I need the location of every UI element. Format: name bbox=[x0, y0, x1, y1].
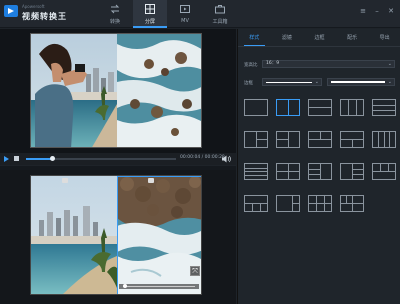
close-icon[interactable]: ✕ bbox=[386, 6, 396, 16]
tab-convert[interactable]: 转换 bbox=[98, 0, 132, 28]
cell-slider-knob[interactable] bbox=[123, 284, 127, 288]
player-controls: 00:00:04 / 00:00:28 bbox=[0, 153, 236, 165]
aspect-ratio-label: 宽高比 bbox=[244, 63, 258, 68]
layout-left-split-right[interactable] bbox=[244, 131, 268, 148]
seek-bar[interactable] bbox=[26, 156, 176, 161]
tab-filter[interactable]: 滤镜 bbox=[271, 29, 304, 46]
settings-sidebar: 样式 滤镜 边框 配乐 导出 宽高比 16：9 ⌄ 边框 ⌄ ⌄ bbox=[237, 29, 400, 304]
layout-bottom-three[interactable] bbox=[244, 195, 268, 212]
chevron-down-icon: ⌄ bbox=[387, 61, 392, 67]
layout-two-horizontal[interactable] bbox=[308, 99, 332, 116]
edit-frame bbox=[30, 175, 202, 295]
aspect-ratio-value: 16：9 bbox=[266, 61, 280, 66]
crop-icon[interactable]: ⤧ bbox=[190, 266, 200, 276]
selected-cell-border[interactable] bbox=[117, 176, 201, 294]
video-icon bbox=[148, 178, 154, 183]
tab-export[interactable]: 导出 bbox=[368, 29, 400, 46]
layout-single[interactable] bbox=[244, 99, 268, 116]
aspect-ratio-select[interactable]: 16：9 ⌄ bbox=[262, 60, 395, 68]
app-title: 视频转换王 bbox=[22, 12, 67, 21]
timecode: 00:00:04 / 00:00:28 bbox=[180, 155, 225, 160]
tab-mv[interactable]: MV bbox=[168, 0, 202, 28]
layout-left-three[interactable] bbox=[308, 163, 332, 180]
mv-icon bbox=[180, 5, 190, 13]
layout-three-vertical[interactable] bbox=[340, 99, 364, 116]
preview-image bbox=[31, 34, 201, 147]
app-subtitle: Apowersoft bbox=[22, 4, 45, 9]
preview-frame bbox=[30, 33, 202, 148]
tab-toolbox-label: 工具箱 bbox=[212, 19, 228, 25]
convert-icon bbox=[110, 4, 120, 14]
tab-music[interactable]: 配乐 bbox=[336, 29, 369, 46]
layout-top-split[interactable] bbox=[308, 131, 332, 148]
layout-left-wide[interactable] bbox=[276, 195, 300, 212]
layout-four-horizontal[interactable] bbox=[244, 163, 268, 180]
border-label: 边框 bbox=[244, 81, 253, 86]
tab-convert-label: 转换 bbox=[109, 19, 120, 25]
volume-icon[interactable] bbox=[222, 155, 231, 163]
layout-cross[interactable] bbox=[340, 195, 364, 212]
layout-three-horizontal[interactable] bbox=[372, 99, 396, 116]
border-color-select[interactable]: ⌄ bbox=[327, 78, 395, 86]
stop-icon[interactable] bbox=[14, 156, 19, 161]
tab-split-screen-label: 分屏 bbox=[144, 19, 155, 25]
seek-handle[interactable] bbox=[49, 156, 55, 161]
tab-mv-label: MV bbox=[181, 18, 189, 24]
sidebar-tabs: 样式 滤镜 边框 配乐 导出 bbox=[238, 29, 400, 47]
menu-icon[interactable]: ≡ bbox=[358, 6, 368, 16]
window-controls: ≡ – ✕ bbox=[354, 6, 396, 16]
tab-style[interactable]: 样式 bbox=[238, 29, 271, 46]
border-style-select[interactable]: ⌄ bbox=[262, 78, 322, 86]
layout-two-vertical[interactable] bbox=[276, 99, 300, 116]
split-editor: ⤧ bbox=[0, 170, 236, 304]
minimize-icon[interactable]: – bbox=[372, 6, 382, 16]
play-icon[interactable] bbox=[4, 156, 9, 162]
app-logo-icon bbox=[4, 5, 18, 17]
top-nav: 转换 分屏 MV 工具箱 bbox=[98, 0, 238, 28]
toolbox-icon bbox=[215, 5, 225, 14]
layout-right-three[interactable] bbox=[340, 163, 364, 180]
border-color-swatch bbox=[331, 81, 385, 83]
border-line-preview bbox=[266, 82, 312, 83]
seek-progress bbox=[26, 158, 52, 160]
layout-grid-2x2[interactable] bbox=[276, 163, 300, 180]
layout-bottom-split[interactable] bbox=[340, 131, 364, 148]
title-bar: Apowersoft 视频转换王 转换 分屏 MV 工具箱 ≡ – ✕ bbox=[0, 0, 400, 28]
video-icon bbox=[62, 178, 68, 183]
tab-split-screen[interactable]: 分屏 bbox=[133, 0, 167, 28]
tab-border[interactable]: 边框 bbox=[303, 29, 336, 46]
chevron-down-icon: ⌄ bbox=[314, 79, 319, 85]
split-screen-icon bbox=[145, 4, 155, 14]
tab-toolbox[interactable]: 工具箱 bbox=[203, 0, 237, 28]
layout-four-vertical[interactable] bbox=[372, 131, 396, 148]
cell-slider[interactable] bbox=[119, 284, 199, 289]
preview-area bbox=[0, 29, 236, 154]
layout-top-three[interactable] bbox=[372, 163, 396, 180]
layout-right-split-left[interactable] bbox=[276, 131, 300, 148]
layout-grid-six[interactable] bbox=[308, 195, 332, 212]
chevron-down-icon: ⌄ bbox=[387, 79, 392, 85]
cell-slider-track bbox=[123, 286, 195, 287]
